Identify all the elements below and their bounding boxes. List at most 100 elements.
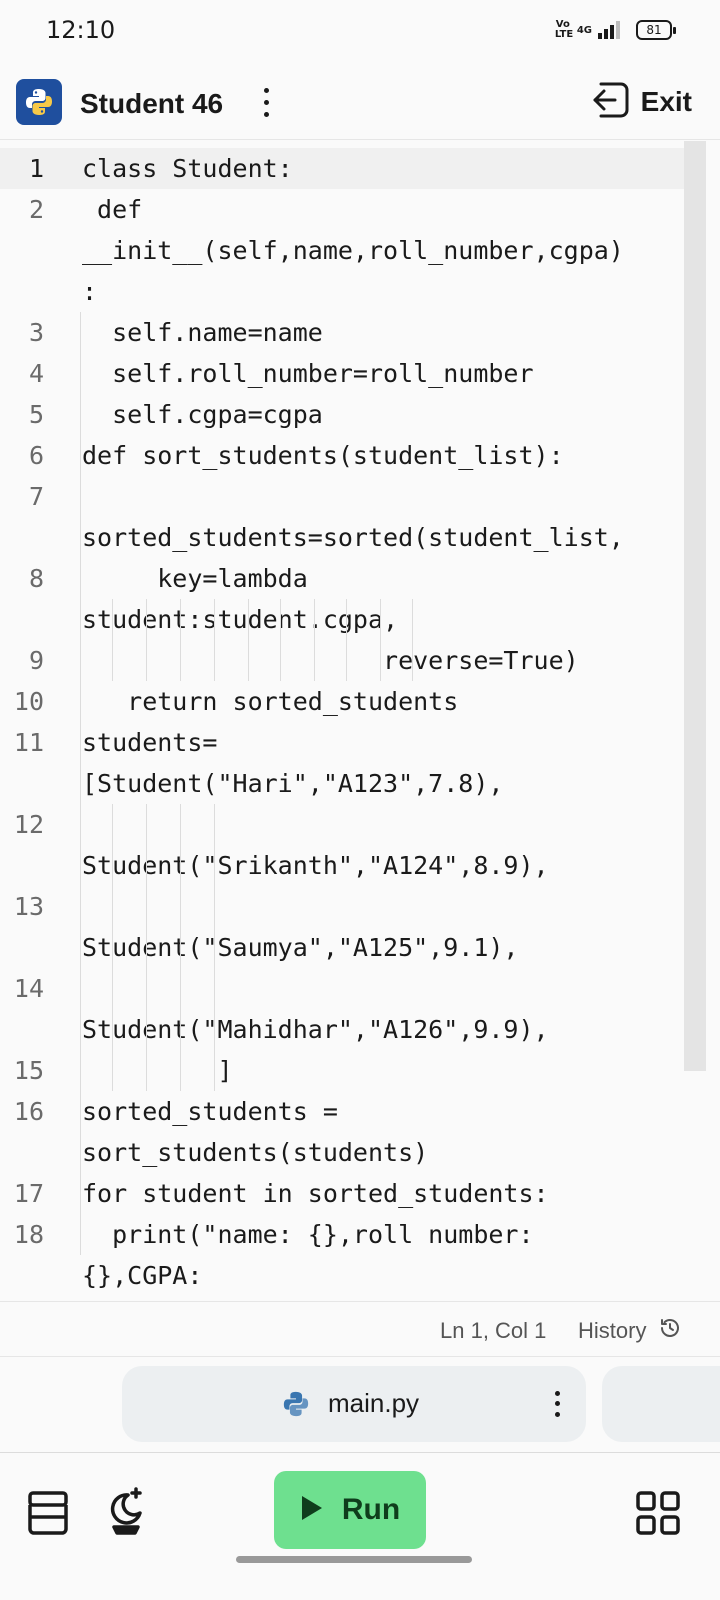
ai-assistant-icon[interactable] (106, 1487, 146, 1540)
code-line[interactable]: 9 reverse=True) (0, 640, 720, 681)
line-number: 1 (28, 154, 44, 183)
code-line[interactable]: 10 return sorted_students (0, 681, 720, 722)
indent-guide (112, 599, 113, 681)
file-tab-main[interactable]: main.py (122, 1366, 586, 1442)
volte-indicator: Vo LTE (554, 19, 574, 40)
exit-icon (591, 80, 631, 125)
play-icon (300, 1494, 324, 1527)
code-text: [Student("Hari","A123",7.8), (82, 769, 504, 798)
indent-guide (146, 804, 147, 1091)
code-line[interactable]: 11 students= (0, 722, 720, 763)
line-number: 8 (28, 564, 44, 593)
app-header: Student 46 Exit (0, 74, 720, 140)
code-line[interactable]: Student("Srikanth","A124",8.9), (0, 845, 720, 886)
python-file-icon (282, 1390, 310, 1423)
status-bar: 12:10 Vo LTE 4G 81 (0, 0, 720, 64)
code-text: print("name: {},roll number: (82, 1220, 534, 1249)
code-line[interactable]: : (0, 271, 720, 312)
code-text: key=lambda (82, 564, 308, 593)
line-number: 7 (28, 482, 44, 511)
code-line[interactable]: 18 print("name: {},roll number: (0, 1214, 720, 1255)
layers-icon[interactable] (28, 1491, 68, 1540)
code-line[interactable]: 6 def sort_students(student_list): (0, 435, 720, 476)
line-number: 13 (13, 892, 44, 921)
indent-guide (314, 599, 315, 681)
grid-icon[interactable] (636, 1491, 680, 1540)
code-line[interactable]: Student("Saumya","A125",9.1), (0, 927, 720, 968)
code-line[interactable]: 13 (0, 886, 720, 927)
signal-icon (598, 21, 620, 39)
code-text: __init__(self,name,roll_number,cgpa) (82, 236, 624, 265)
code-line[interactable]: 14 (0, 968, 720, 1009)
line-number: 4 (28, 359, 44, 388)
code-text: : (82, 277, 98, 306)
code-text: sorted_students = (82, 1097, 338, 1126)
indent-guide (380, 599, 381, 681)
indent-guide (214, 804, 215, 1091)
code-line[interactable]: __init__(self,name,roll_number,cgpa) (0, 230, 720, 271)
file-tab-name: main.py (328, 1388, 420, 1418)
code-line[interactable]: 17 for student in sorted_students: (0, 1173, 720, 1214)
indent-guide (146, 599, 147, 681)
code-text: sorted_students=sorted(student_list, (82, 523, 624, 552)
code-line[interactable]: sort_students(students) (0, 1132, 720, 1173)
network-type: 4G (576, 24, 592, 36)
line-number: 9 (28, 646, 44, 675)
indent-guide (112, 804, 113, 1091)
code-line[interactable]: 12 (0, 804, 720, 845)
code-line[interactable]: [Student("Hari","A123",7.8), (0, 763, 720, 804)
code-text: student:student.cgpa, (82, 605, 399, 634)
code-line[interactable]: 4 self.roll_number=roll_number (0, 353, 720, 394)
code-line[interactable]: 8 key=lambda (0, 558, 720, 599)
code-line[interactable]: Student("Mahidhar","A126",9.9), (0, 1009, 720, 1050)
code-text: def (82, 195, 143, 224)
code-line[interactable]: 16 sorted_students = (0, 1091, 720, 1132)
code-editor[interactable]: 1 class Student: 2 def __init__(self,name,r… (0, 141, 720, 1301)
code-line[interactable]: {},CGPA: (0, 1255, 720, 1296)
code-line[interactable]: 15 ] (0, 1050, 720, 1091)
code-text: students= (82, 728, 218, 757)
status-time: 12:10 (46, 16, 116, 44)
project-title: Student 46 (80, 88, 224, 119)
indent-guide (80, 476, 81, 1255)
exit-button[interactable]: Exit (591, 80, 692, 124)
line-number: 6 (28, 441, 44, 470)
history-button[interactable]: History (578, 1316, 682, 1346)
editor-footer: Ln 1, Col 1 History (0, 1301, 720, 1357)
home-indicator[interactable] (236, 1556, 472, 1563)
run-label: Run (341, 1493, 401, 1526)
run-button[interactable]: Run (274, 1471, 426, 1549)
line-number: 16 (13, 1097, 44, 1126)
code-text: self.roll_number=roll_number (82, 359, 534, 388)
code-text: {},CGPA: (82, 1261, 203, 1290)
status-icons: Vo LTE 4G 81 (554, 19, 676, 40)
history-icon (658, 1316, 682, 1346)
code-line[interactable]: 2 def (0, 189, 720, 230)
indent-guide (180, 599, 181, 681)
code-text: self.cgpa=cgpa (82, 400, 323, 429)
battery-level: 81 (646, 23, 662, 37)
code-text: sort_students(students) (82, 1138, 429, 1167)
code-line[interactable]: 7 (0, 476, 720, 517)
file-tab-next[interactable] (602, 1366, 720, 1442)
code-text: self.name=name (82, 318, 323, 347)
code-text: def sort_students(student_list): (82, 441, 564, 470)
code-line[interactable]: student:student.cgpa, (0, 599, 720, 640)
indent-guide (412, 599, 413, 681)
code-line[interactable]: 5 self.cgpa=cgpa (0, 394, 720, 435)
line-number: 14 (13, 974, 44, 1003)
code-text: reverse=True) (82, 646, 579, 675)
code-text: class Student: (82, 154, 293, 183)
project-menu-button[interactable] (256, 84, 276, 120)
line-number: 11 (13, 728, 44, 757)
indent-guide (346, 599, 347, 681)
code-text: Student("Srikanth","A124",8.9), (82, 851, 549, 880)
code-line[interactable]: sorted_students=sorted(student_list, (0, 517, 720, 558)
code-line[interactable]: 3 self.name=name (0, 312, 720, 353)
code-line[interactable]: 1 class Student: (0, 148, 720, 189)
line-number: 12 (13, 810, 44, 839)
file-tab-menu-button[interactable] (552, 1388, 562, 1420)
line-number: 3 (28, 318, 44, 347)
code-text: return sorted_students (82, 687, 459, 716)
indent-guide (214, 599, 215, 681)
